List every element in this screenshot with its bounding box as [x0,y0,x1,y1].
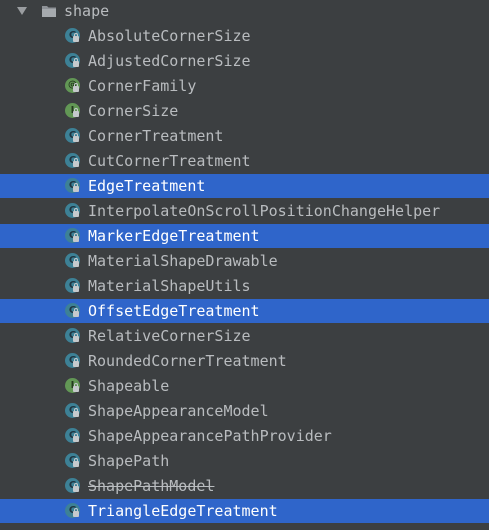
class-icon: C [65,353,81,369]
lock-icon [73,283,79,292]
interface-icon: I [65,378,81,394]
tree-item-label: MaterialShapeDrawable [88,252,278,270]
class-icon: C [65,228,81,244]
folder-label: shape [64,2,110,20]
tree-item-label: ShapeAppearancePathProvider [88,427,332,445]
tree-item-label: ShapePath [88,452,170,470]
lock-icon [73,508,79,517]
tree-item[interactable]: C CutCornerTreatment [0,149,489,173]
lock-icon [73,133,79,142]
lock-icon [73,358,79,367]
tree-item[interactable]: I Shapeable [0,374,489,398]
expand-arrow-icon[interactable] [17,7,27,15]
class-icon: C [65,403,81,419]
tree-item[interactable]: C TriangleEdgeTreatment [0,499,489,523]
lock-icon [73,108,79,117]
class-icon: C [65,428,81,444]
tree-item[interactable]: C ShapeAppearancePathProvider [0,424,489,448]
tree-item[interactable]: C MaterialShapeDrawable [0,249,489,273]
class-icon: C [65,253,81,269]
tree-item[interactable]: C AdjustedCornerSize [0,49,489,73]
lock-icon [73,183,79,192]
lock-icon [73,258,79,267]
class-icon: C [65,453,81,469]
class-icon: C [65,203,81,219]
tree-item[interactable]: I CornerSize [0,99,489,123]
tree-item-label: ShapePathModel [88,477,215,495]
lock-icon [73,33,79,42]
class-icon: C [65,328,81,344]
tree-item-label: OffsetEdgeTreatment [88,302,260,320]
tree-item[interactable]: C RoundedCornerTreatment [0,349,489,373]
tree-item[interactable]: C ShapeAppearanceModel [0,399,489,423]
lock-icon [73,483,79,492]
tree-item-label: AbsoluteCornerSize [88,27,251,45]
class-icon: C [65,53,81,69]
class-icon: C [65,28,81,44]
tree-item-label: CornerSize [88,102,179,120]
lock-icon [73,158,79,167]
class-icon: C [65,128,81,144]
tree-item[interactable]: C MarkerEdgeTreatment [0,224,489,248]
lock-icon [73,83,79,92]
tree-item-label: CornerTreatment [88,127,224,145]
lock-icon [73,208,79,217]
lock-icon [73,433,79,442]
tree-item-label: CutCornerTreatment [88,152,251,170]
tree-item-label: ShapeAppearanceModel [88,402,269,420]
lock-icon [73,308,79,317]
tree-item[interactable]: C InterpolateOnScrollPositionChangeHelper [0,199,489,223]
class-icon: C [65,178,81,194]
tree-item-label: RoundedCornerTreatment [88,352,287,370]
lock-icon [73,333,79,342]
lock-icon [73,233,79,242]
tree-item[interactable]: C AbsoluteCornerSize [0,24,489,48]
tree-item-label: TriangleEdgeTreatment [88,502,278,520]
class-icon: C [65,478,81,494]
tree-item-label: MaterialShapeUtils [88,277,251,295]
lock-icon [73,383,79,392]
tree-item[interactable]: C ShapePathModel [0,474,489,498]
tree-item[interactable]: @ CornerFamily [0,74,489,98]
tree-item-label: Shapeable [88,377,170,395]
tree-item[interactable]: C MaterialShapeUtils [0,274,489,298]
folder-row-shape[interactable]: shape [0,0,489,23]
lock-icon [73,58,79,67]
class-icon: C [65,503,81,519]
tree-item-label: MarkerEdgeTreatment [88,227,260,245]
tree-item[interactable]: C EdgeTreatment [0,174,489,198]
next-row-peek [40,524,100,530]
class-icon: C [65,278,81,294]
tree-item-label: AdjustedCornerSize [88,52,251,70]
tree-item-label: RelativeCornerSize [88,327,251,345]
tree-item[interactable]: C CornerTreatment [0,124,489,148]
lock-icon [73,408,79,417]
class-icon: C [65,303,81,319]
project-tree: shape C AbsoluteCornerSize C AdjustedCorner… [0,0,489,530]
tree-item-label: EdgeTreatment [88,177,206,195]
lock-icon [73,458,79,467]
folder-icon [42,6,56,17]
tree-item[interactable]: C RelativeCornerSize [0,324,489,348]
tree-item-label: InterpolateOnScrollPositionChangeHelper [88,202,441,220]
tree-item[interactable]: C ShapePath [0,449,489,473]
annotation-icon: @ [65,78,81,94]
tree-item[interactable]: C OffsetEdgeTreatment [0,299,489,323]
interface-icon: I [65,103,81,119]
tree-item-label: CornerFamily [88,77,197,95]
class-icon: C [65,153,81,169]
